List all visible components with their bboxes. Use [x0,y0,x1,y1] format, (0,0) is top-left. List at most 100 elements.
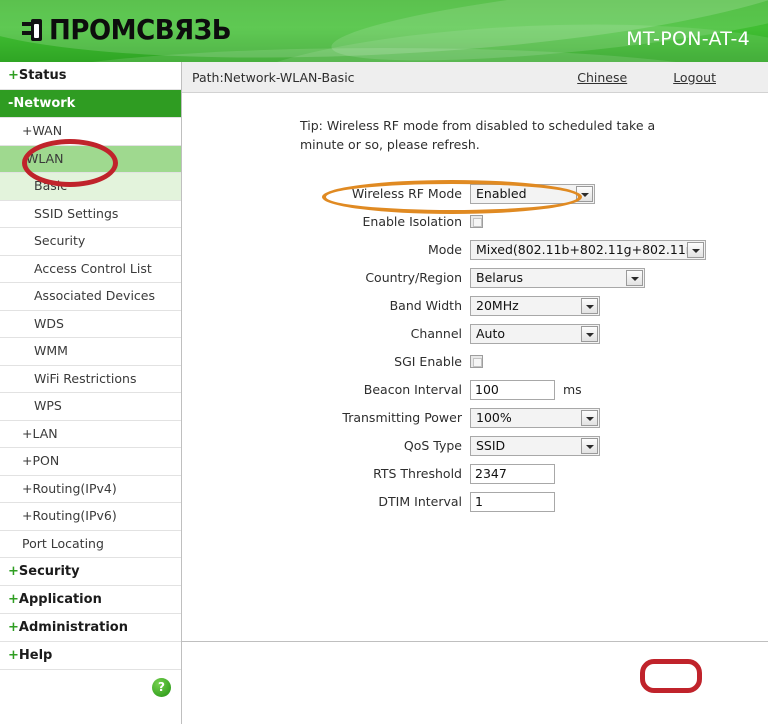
language-link[interactable]: Chinese [577,70,627,85]
control-wrap: Belarus [470,267,645,288]
label-wireless-rf-mode: Wireless RF Mode [351,186,462,201]
form-row-sgi-enable: SGI Enable [182,349,768,375]
sidebar-item-help[interactable]: +Help [0,642,181,670]
expand-toggle-icon: + [8,68,19,83]
sidebar-item-port-locating[interactable]: Port Locating [0,531,181,558]
sidebar-item-label: Administration [18,620,128,635]
label-channel: Channel [410,326,462,341]
control-wrap: 20MHz [470,295,600,316]
control-wrap [470,215,483,228]
input-rts-threshold[interactable]: 2347 [470,463,555,484]
sidebar-item-routing-ipv6[interactable]: +Routing(IPv6) [0,503,181,531]
chevron-down-icon[interactable] [581,325,598,342]
sidebar-item-wifi-restrictions[interactable]: WiFi Restrictions [0,366,181,393]
sidebar-item-status[interactable]: +Status [0,62,181,90]
select-value: 20MHz [476,297,519,313]
sidebar-item-label: WMM [34,343,68,358]
sidebar-item-administration[interactable]: +Administration [0,614,181,642]
sidebar-item-pon[interactable]: +PON [0,448,181,476]
help-icon[interactable]: ? [152,678,171,697]
logout-link[interactable]: Logout [673,70,716,85]
chevron-down-icon[interactable] [687,241,704,258]
control-wrap [470,355,483,368]
router-admin-page: ПРОМСВЯЗЬ MT-PON-AT-4 +Status -Network +WA… [0,0,768,724]
sidebar-item-wlan[interactable]: -WLAN [0,145,181,173]
label-dtim-interval: DTIM Interval [378,494,462,509]
sidebar-item-wmm[interactable]: WMM [0,338,181,366]
control-wrap: Enabled [470,183,595,204]
sidebar-item-label: Port Locating [22,535,104,551]
input-beacon-interval[interactable]: 100 [470,379,555,400]
sidebar-item-label: Basic [34,178,68,193]
form-row-band-width: Band Width 20MHz [182,293,768,319]
control-wrap: Mixed(802.11b+802.11g+802.11n [470,239,706,260]
sidebar-item-access-control-list[interactable]: Access Control List [0,256,181,283]
breadcrumb: Path:Network-WLAN-Basic [192,69,355,85]
sidebar-item-routing-ipv4[interactable]: +Routing(IPv4) [0,476,181,503]
expand-toggle-icon: + [22,508,33,523]
sidebar-item-label: Associated Devices [34,288,155,303]
select-value: Mixed(802.11b+802.11g+802.11n [476,241,694,257]
checkbox-sgi-enable[interactable] [470,355,483,368]
sidebar-item-label: Security [18,564,80,579]
form-row-qos-type: QoS Type SSID [182,433,768,459]
sidebar-item-ssid-settings[interactable]: SSID Settings [0,201,181,228]
label-rts-threshold: RTS Threshold [373,466,462,481]
label-beacon-interval: Beacon Interval [363,382,462,397]
chevron-down-icon[interactable] [581,297,598,314]
unit-beacon-interval: ms [563,382,582,397]
brand-name: ПРОМСВЯЗЬ [49,13,232,46]
sidebar-item-network[interactable]: -Network [0,90,181,118]
form-row-channel: Channel Auto [182,321,768,347]
control-wrap: 2347 [470,463,555,484]
sidebar-item-basic[interactable]: Basic [0,173,181,201]
sidebar-item-label: WAN [32,123,63,138]
sidebar-nav: +Status -Network +WAN -WLAN Basic SSID Settin… [0,62,182,724]
label-mode: Mode [427,242,462,257]
sidebar-item-associated-devices[interactable]: Associated Devices [0,283,181,311]
sidebar-item-security[interactable]: Security [0,228,181,256]
select-channel[interactable]: Auto [470,323,600,344]
sidebar-item-label: Status [18,68,67,83]
select-country-region[interactable]: Belarus [470,267,645,288]
label-band-width: Band Width [389,298,462,313]
expand-toggle-icon: + [8,648,19,663]
sidebar-item-wps[interactable]: WPS [0,393,181,421]
checkbox-enable-isolation[interactable] [470,215,483,228]
sidebar-item-label: Help [18,648,53,663]
chevron-down-icon[interactable] [626,269,643,286]
select-value: SSID [476,437,506,453]
select-band-width[interactable]: 20MHz [470,295,600,316]
path-bar: Path:Network-WLAN-Basic Chinese Logout [182,62,768,93]
sidebar-item-application[interactable]: +Application [0,586,181,614]
sidebar-item-label: WLAN [26,150,64,166]
chevron-down-icon[interactable] [576,185,593,202]
label-qos-type: QoS Type [403,438,462,453]
sidebar-item-label: WPS [34,398,62,413]
expand-toggle-icon: + [22,123,33,138]
select-value: Enabled [476,185,527,201]
sidebar-item-wds[interactable]: WDS [0,311,181,338]
sidebar-item-lan[interactable]: +LAN [0,421,181,448]
expand-toggle-icon: + [8,564,19,579]
select-mode[interactable]: Mixed(802.11b+802.11g+802.11n [470,239,706,260]
page-header: ПРОМСВЯЗЬ MT-PON-AT-4 [0,0,768,62]
sidebar-item-security[interactable]: +Security [0,558,181,586]
chevron-down-icon[interactable] [581,409,598,426]
input-dtim-interval[interactable]: 1 [470,491,555,512]
select-transmitting-power[interactable]: 100% [470,407,600,428]
sidebar-item-wan[interactable]: +WAN [0,118,181,146]
brand-logo: ПРОМСВЯЗЬ [22,13,245,47]
form-row-enable-isolation: Enable Isolation [182,209,768,235]
select-value: Auto [476,325,506,341]
control-wrap: 1 [470,491,555,512]
sidebar-item-label: SSID Settings [34,205,119,221]
select-wireless-rf-mode[interactable]: Enabled [470,183,595,204]
control-wrap: 100% [470,407,600,428]
expand-toggle-icon: + [22,453,33,468]
select-qos-type[interactable]: SSID [470,435,600,456]
label-sgi-enable: SGI Enable [394,354,462,369]
expand-toggle-icon: + [8,592,19,607]
chevron-down-icon[interactable] [581,437,598,454]
sidebar-item-label: Application [18,592,102,607]
